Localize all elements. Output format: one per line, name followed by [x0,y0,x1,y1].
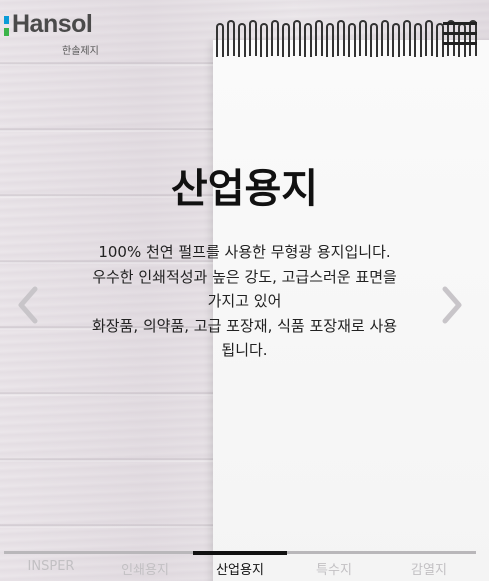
next-slide-button[interactable] [437,285,467,325]
spiral-ring [392,23,400,57]
spiral-ring [370,23,378,57]
spiral-ring [271,20,279,56]
description-line: 화장품, 의약품, 고급 포장재, 식품 포장재로 사용 [91,316,398,335]
tab-thermal-paper[interactable]: 감열지 [382,559,476,578]
prev-slide-button[interactable] [13,285,43,325]
spiral-ring [293,20,301,56]
spiral-ring [348,23,356,57]
spiral-ring [238,23,246,57]
spiral-ring [403,20,411,56]
description-line: 우수한 인쇄적성과 높은 강도, 고급스러운 표면을 [92,267,397,286]
spiral-ring [337,20,345,56]
tab-industrial-paper[interactable]: 산업용지 [193,559,287,578]
chevron-right-icon [442,286,462,324]
spiral-ring [425,20,433,56]
spiral-ring [227,20,235,56]
slide-description: 100% 천연 펄프를 사용한 무형광 용지입니다. 우수한 인쇄적성과 높은 … [64,240,425,363]
logo-text: Hansol [12,10,93,38]
description-line: 됩니다. [221,341,268,359]
logo-subtitle: 한솔제지 [62,46,99,57]
tab-printing-paper[interactable]: 인쇄용지 [98,559,192,578]
spiral-ring [381,20,389,56]
page: Hansol 한솔제지 산업용지 100% 천연 펄프를 사용한 무형광 용지입… [0,0,489,581]
spiral-ring [249,20,257,56]
spiral-ring [216,23,224,57]
description-line: 가지고 있어 [207,292,282,310]
spiral-ring [260,23,268,57]
category-tabs: INSPER 인쇄용지 산업용지 특수지 감열지 [4,551,476,581]
hansol-logo[interactable]: Hansol 한솔제지 [4,10,114,58]
tab-active-indicator [193,551,287,555]
logo-mark-icon [4,16,10,38]
spiral-ring [326,23,334,57]
spiral-ring [282,23,290,57]
hamburger-icon[interactable] [443,20,477,48]
tab-specialty-paper[interactable]: 특수지 [287,559,381,578]
spiral-ring [414,23,422,57]
slide-title: 산업용지 [170,166,319,212]
spiral-ring [359,20,367,56]
description-line: 100% 천연 펄프를 사용한 무형광 용지입니다. [98,243,391,261]
chevron-left-icon [18,286,38,324]
spiral-ring [315,20,323,56]
spiral-ring [304,23,312,57]
tab-insper[interactable]: INSPER [4,559,98,574]
